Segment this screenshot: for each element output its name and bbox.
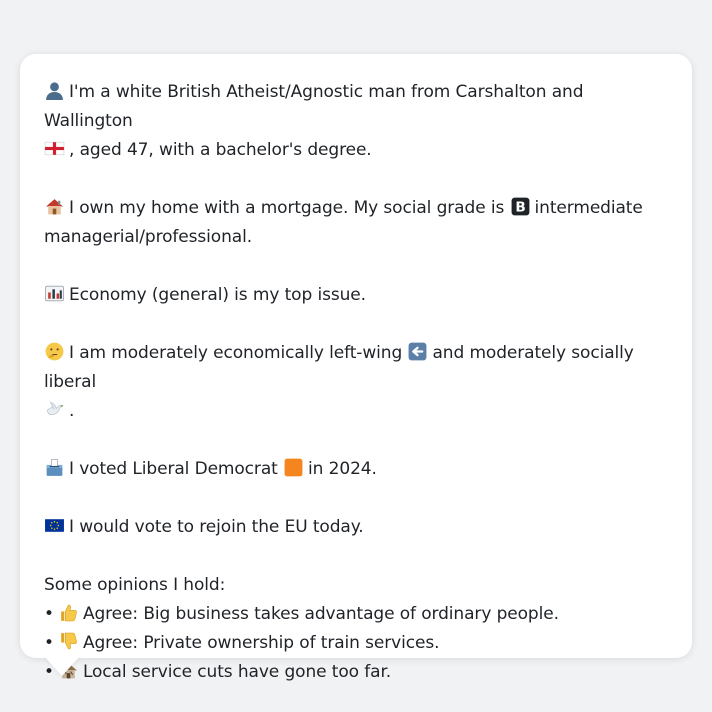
opinion-text: Local service cuts have gone too far. <box>82 662 392 682</box>
bullet-dot: • <box>44 604 54 624</box>
vote-year-text: in 2024. <box>308 459 377 479</box>
svg-text:B: B <box>515 200 525 216</box>
bust-silhouette-icon <box>44 80 65 101</box>
letter-b-icon: B <box>510 196 531 217</box>
house-icon <box>44 196 65 217</box>
vote-paragraph: I voted Liberal Democrat in 2024. <box>44 455 668 484</box>
ideology-text: I am moderately economically left-wing <box>69 343 403 363</box>
opinion-item: • Local service cuts have gone too far. <box>44 658 668 687</box>
home-paragraph: I own my home with a mortgage. My social… <box>44 194 668 252</box>
eu-paragraph: I would vote to rejoin the EU today. <box>44 513 668 542</box>
orange-square-icon <box>283 457 304 478</box>
issue-paragraph: Economy (general) is my top issue. <box>44 281 668 310</box>
thinking-face-icon <box>44 341 65 362</box>
bubble-tail <box>44 656 80 676</box>
ideology-end: . <box>69 401 75 421</box>
identity-paragraph: I'm a white British Atheist/Agnostic man… <box>44 78 668 165</box>
thumbs-up-icon <box>58 602 79 623</box>
left-arrow-icon <box>407 341 428 362</box>
ideology-paragraph: I am moderately economically left-wing a… <box>44 339 668 426</box>
eu-text: I would vote to rejoin the EU today. <box>69 517 364 537</box>
ballot-box-icon <box>44 457 65 478</box>
message-bubble: I'm a white British Atheist/Agnostic man… <box>20 54 692 682</box>
identity-text: I'm a white British Atheist/Agnostic man… <box>44 82 584 131</box>
grade-description-continued: managerial/professional. <box>44 227 253 247</box>
opinions-section: Some opinions I hold: • Agree: Big busin… <box>44 571 668 687</box>
opinion-text: Agree: Big business takes advantage of o… <box>82 604 559 624</box>
opinion-item: • Agree: Private ownership of train serv… <box>44 629 668 658</box>
england-flag-icon <box>44 138 65 159</box>
grade-description: intermediate <box>534 198 643 218</box>
issue-text: Economy (general) is my top issue. <box>69 285 366 305</box>
home-text: I own my home with a mortgage. My social… <box>69 198 505 218</box>
dove-icon <box>44 399 65 420</box>
opinion-item: • Agree: Big business takes advantage of… <box>44 600 668 629</box>
bullet-dot: • <box>44 633 54 653</box>
vote-text: I voted Liberal Democrat <box>69 459 278 479</box>
eu-flag-icon <box>44 515 65 536</box>
opinions-heading: Some opinions I hold: <box>44 575 226 595</box>
identity-text-continued: , aged 47, with a bachelor's degree. <box>69 140 372 160</box>
opinion-text: Agree: Private ownership of train servic… <box>82 633 440 653</box>
thumbs-down-icon <box>58 631 79 652</box>
chart-icon <box>44 283 65 304</box>
